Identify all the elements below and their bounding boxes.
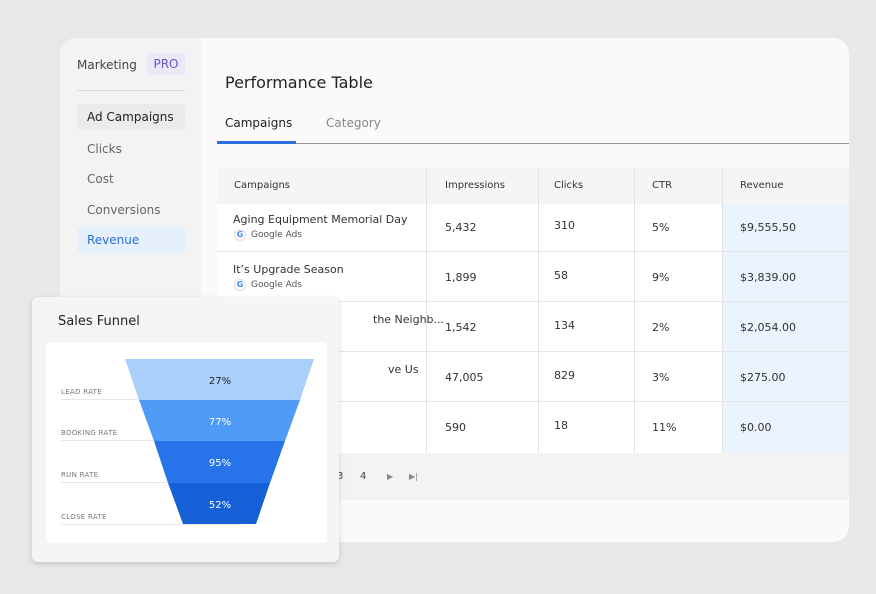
- funnel-value-run: 95%: [209, 458, 231, 469]
- tab-campaigns[interactable]: Campaigns: [225, 116, 292, 130]
- tab-category[interactable]: Category: [326, 116, 381, 130]
- funnel-chart: LEAD RATE BOOKING RATE RUN RATE CLOSE RA…: [46, 342, 327, 543]
- sidebar-item-clicks[interactable]: Clicks: [77, 136, 185, 162]
- col-revenue[interactable]: Revenue: [740, 180, 784, 191]
- col-impressions[interactable]: Impressions: [445, 180, 505, 191]
- tab-divider: [217, 143, 849, 144]
- divider: [217, 251, 849, 252]
- impressions: 1,542: [445, 321, 477, 334]
- clicks: 18: [554, 419, 568, 432]
- campaign-name[interactable]: Aging Equipment Memorial Day: [233, 213, 408, 226]
- impressions: 590: [445, 421, 466, 434]
- ctr: 2%: [652, 321, 670, 334]
- impressions: 5,432: [445, 221, 477, 234]
- revenue: $275.00: [740, 371, 786, 384]
- table-header: Campaigns Impressions Clicks CTR Revenue: [217, 168, 849, 204]
- campaign-source: G Google Ads: [234, 229, 302, 241]
- page-4[interactable]: 4: [360, 471, 366, 482]
- google-icon: G: [234, 279, 246, 291]
- campaign-source: G Google Ads: [234, 279, 302, 291]
- col-campaigns[interactable]: Campaigns: [234, 180, 290, 191]
- sidebar-item-ad-campaigns[interactable]: Ad Campaigns: [77, 104, 185, 130]
- impressions: 47,005: [445, 371, 484, 384]
- campaign-name[interactable]: the Neighb...: [373, 313, 444, 326]
- revenue: $3,839.00: [740, 271, 796, 284]
- source-label: Google Ads: [251, 230, 302, 240]
- campaign-name[interactable]: ve Us: [388, 363, 419, 376]
- funnel-value-booking: 77%: [209, 417, 231, 428]
- campaign-name[interactable]: It’s Upgrade Season: [233, 263, 344, 276]
- revenue: $9,555,50: [740, 221, 796, 234]
- page-title: Performance Table: [225, 73, 373, 92]
- sidebar-item-conversions[interactable]: Conversions: [77, 197, 185, 223]
- revenue: $2,054.00: [740, 321, 796, 334]
- clicks: 829: [554, 369, 575, 382]
- ctr: 5%: [652, 221, 670, 234]
- clicks: 134: [554, 319, 575, 332]
- divider: [634, 168, 635, 453]
- brand-label: Marketing: [77, 58, 137, 72]
- divider: [538, 168, 539, 453]
- ctr: 3%: [652, 371, 670, 384]
- clicks: 58: [554, 269, 568, 282]
- last-page-icon[interactable]: ▶|: [409, 472, 418, 481]
- impressions: 1,899: [445, 271, 477, 284]
- revenue: $0.00: [740, 421, 772, 434]
- funnel-svg: 27% 77% 95% 52%: [125, 359, 314, 524]
- source-label: Google Ads: [251, 280, 302, 290]
- divider: [77, 90, 185, 91]
- active-tab-indicator: [217, 141, 296, 144]
- ctr: 9%: [652, 271, 670, 284]
- col-ctr[interactable]: CTR: [652, 180, 672, 191]
- ctr: 11%: [652, 421, 677, 434]
- funnel-value-close: 52%: [209, 500, 231, 511]
- google-icon: G: [234, 229, 246, 241]
- funnel-value-lead: 27%: [209, 376, 231, 387]
- clicks: 310: [554, 219, 575, 232]
- sidebar-item-revenue[interactable]: Revenue: [77, 227, 185, 253]
- pro-badge: PRO: [147, 53, 185, 75]
- divider: [426, 168, 427, 453]
- divider: [722, 168, 723, 453]
- col-clicks[interactable]: Clicks: [554, 180, 583, 191]
- sidebar-item-cost[interactable]: Cost: [77, 166, 185, 192]
- sales-funnel-card: Sales Funnel LEAD RATE BOOKING RATE RUN …: [32, 297, 339, 562]
- funnel-title: Sales Funnel: [58, 314, 140, 329]
- next-page-icon[interactable]: ▶: [387, 472, 393, 481]
